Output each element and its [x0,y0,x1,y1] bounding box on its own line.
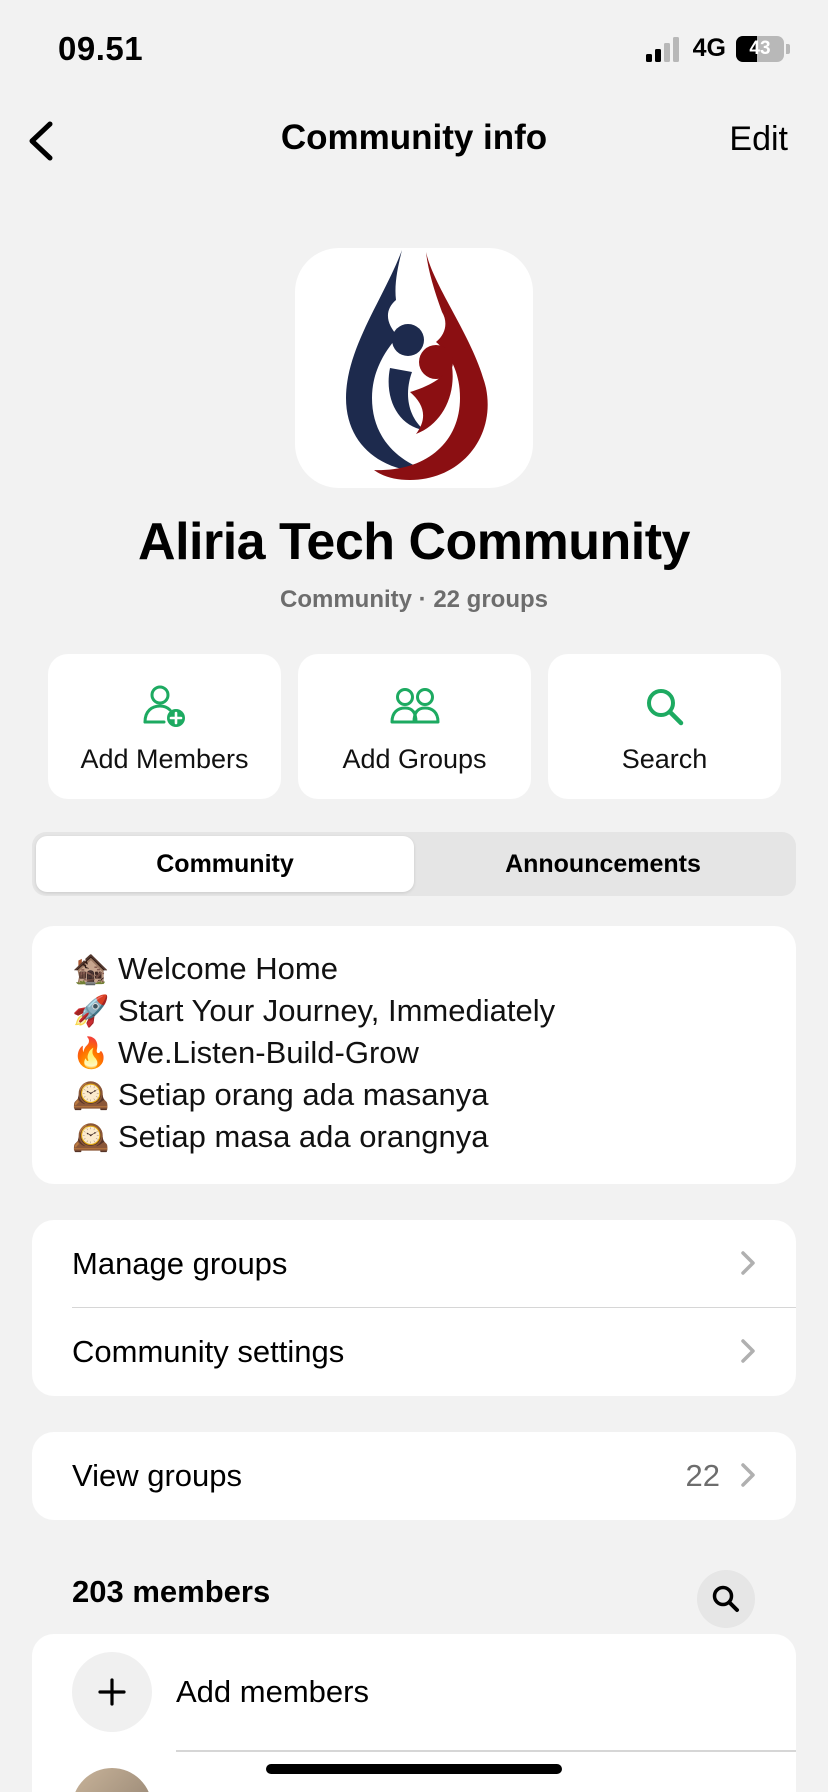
plus-icon [72,1652,152,1732]
nav-bar: Community info Edit [0,100,828,180]
community-description: 🏚️ Welcome Home 🚀 Start Your Journey, Im… [32,926,796,1184]
add-members-button[interactable]: Add Members [48,654,281,799]
battery-icon: 43 [736,35,784,62]
view-groups-row[interactable]: View groups 22 [32,1432,796,1520]
description-text: Setiap orang ada masanya [118,1077,489,1112]
status-indicators: 4G 43 [645,34,790,63]
search-label: Search [621,744,708,774]
battery-level: 43 [749,37,771,59]
quick-actions: Add Members Add Groups Search [48,654,781,799]
clock-icon: 🕰️ [72,1078,110,1112]
description-line: 🕰️ Setiap orang ada masanya [72,1074,756,1116]
add-groups-label: Add Groups [342,744,487,774]
status-time: 09.51 [58,30,144,67]
community-subtitle: Community · 22 groups [279,586,549,613]
divider [176,1750,796,1752]
add-members-label: Add Members [80,744,249,774]
battery-cap [786,43,790,54]
add-members-row-label: Add members [176,1674,369,1709]
community-name: Aliria Tech Community [138,513,690,571]
view-groups-label: View groups [72,1458,243,1493]
page-title: Community info [280,118,548,157]
add-groups-button[interactable]: Add Groups [298,654,531,799]
description-text: Start Your Journey, Immediately [118,993,556,1028]
members-search-button[interactable] [697,1570,755,1628]
description-line: 🏚️ Welcome Home [72,948,756,990]
network-type: 4G [692,34,726,62]
search-icon [644,684,686,730]
group-icon [390,684,440,730]
manage-groups-row[interactable]: Manage groups [32,1220,796,1308]
community-info-screen: 09.51 4G 43 Community info Edit Aliria T… [0,0,828,1792]
add-members-row[interactable]: Add members [72,1652,796,1732]
member-avatar[interactable] [72,1768,152,1792]
fire-icon: 🔥 [72,1036,110,1070]
community-logo [346,250,488,480]
status-bar: 09.51 4G 43 [0,0,828,100]
groups-count: 22 [685,1458,720,1493]
description-text: Setiap masa ada orangnya [118,1119,489,1154]
house-icon: 🏚️ [72,952,110,986]
tab-community[interactable]: Community [36,836,414,892]
description-line: 🕰️ Setiap masa ada orangnya [72,1116,756,1158]
clock-icon: 🕰️ [72,1120,110,1154]
community-settings-list: Manage groups Community settings [32,1220,796,1396]
description-text: Welcome Home [118,951,338,986]
description-line: 🔥 We.Listen-Build-Grow [72,1032,756,1074]
add-person-icon [142,684,188,730]
community-settings-row[interactable]: Community settings [32,1308,796,1396]
chevron-right-icon [741,1339,755,1363]
community-settings-label: Community settings [72,1334,345,1369]
description-line: 🚀 Start Your Journey, Immediately [72,990,756,1032]
view-groups-card: View groups 22 [32,1432,796,1520]
search-icon [712,1585,739,1612]
description-text: We.Listen-Build-Grow [118,1035,419,1070]
info-tabs: Community Announcements [32,832,796,896]
chevron-right-icon [741,1251,755,1275]
search-button[interactable]: Search [548,654,781,799]
manage-groups-label: Manage groups [72,1246,288,1281]
rocket-icon: 🚀 [72,994,110,1028]
home-indicator[interactable] [266,1764,562,1774]
members-count-header: 203 members [72,1574,271,1609]
edit-button[interactable]: Edit [729,120,788,159]
chevron-right-icon [741,1463,755,1487]
community-avatar[interactable] [295,248,533,488]
signal-icon [645,36,679,62]
tab-announcements[interactable]: Announcements [414,836,792,892]
